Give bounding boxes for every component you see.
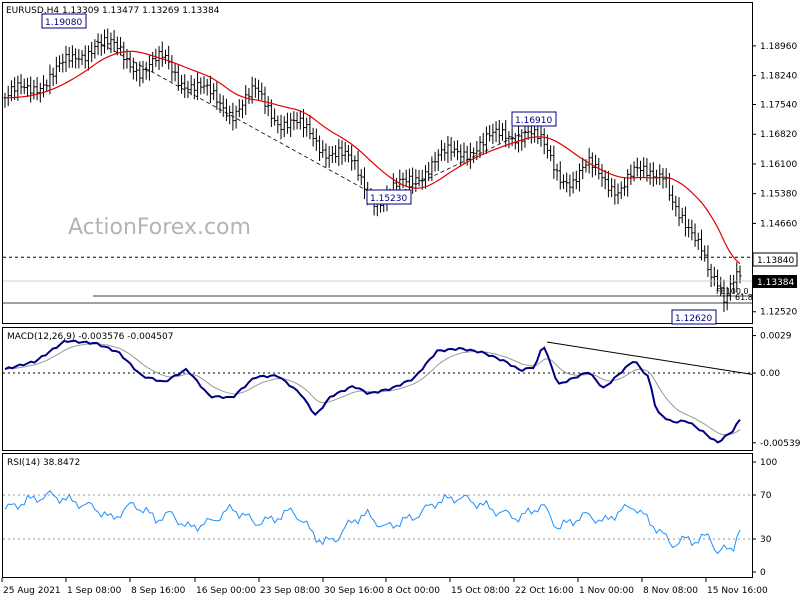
dashed-trendlines xyxy=(95,40,529,201)
price-y-tick-label: 1.18240 xyxy=(760,72,797,82)
x-tick-label: 8 Nov 08:00 xyxy=(643,586,698,596)
x-tick-label: 15 Oct 08:00 xyxy=(451,586,510,596)
rsi-title: RSI(14) 38.8472 xyxy=(7,458,80,468)
svg-text:1.16910: 1.16910 xyxy=(515,116,552,126)
macd-line xyxy=(4,339,741,444)
svg-text:1.15230: 1.15230 xyxy=(370,194,407,204)
svg-text:1.12620: 1.12620 xyxy=(675,314,712,324)
price-tag: 1.13384 xyxy=(753,275,797,288)
macd-panel-frame xyxy=(2,327,753,451)
swing-label-high-1: 1.19080 xyxy=(41,13,87,29)
rsi-y-tick-label: 100 xyxy=(760,458,777,468)
rsi-panel-frame xyxy=(2,453,753,578)
x-tick-label: 8 Oct 00:00 xyxy=(387,586,440,596)
x-tick-label: 25 Aug 2021 xyxy=(3,586,61,596)
rsi-y-tick-label: 30 xyxy=(760,535,772,545)
svg-text:1.19080: 1.19080 xyxy=(45,18,82,28)
rsi-y-axis: 100 70 30 0 xyxy=(752,458,777,578)
symbol-line: EURUSD,H4 1.13309 1.13477 1.13269 1.1338… xyxy=(6,6,220,16)
swing-label-high-2: 1.16910 xyxy=(511,111,557,127)
swing-dashed-line xyxy=(383,130,529,201)
x-tick-label: 15 Nov 16:00 xyxy=(707,586,768,596)
svg-text:1.13840: 1.13840 xyxy=(757,256,794,266)
price-y-tick-label: 1.18960 xyxy=(760,42,797,52)
macd-signal-line xyxy=(4,343,741,436)
chart-root: ActionForex.com FE100.0 61.8 1.19080 1.1… xyxy=(1,2,800,596)
price-y-tick-label: 1.14660 xyxy=(760,219,797,229)
x-axis: 25 Aug 2021 1 Sep 08:00 8 Sep 16:00 16 Sep … xyxy=(1,578,768,596)
price-y-tick-label: 1.17540 xyxy=(760,100,797,110)
level-tag: 1.13840 xyxy=(752,252,798,267)
macd-y-tick-label: -0.005396 xyxy=(760,439,800,449)
watermark: ActionForex.com xyxy=(68,215,251,240)
price-y-tick-label: 1.12520 xyxy=(760,308,797,318)
swing-label-low-1: 1.15230 xyxy=(366,189,412,205)
swing-label-low-2: 1.12620 xyxy=(671,309,717,325)
macd-trendline xyxy=(546,341,753,375)
swing-dashed-line xyxy=(95,40,385,201)
price-panel-frame xyxy=(2,2,753,324)
price-y-tick-label: 1.16100 xyxy=(760,160,797,170)
macd-title: MACD(12,26,9) -0.003576 -0.004507 xyxy=(7,332,173,342)
x-tick-label: 30 Sep 16:00 xyxy=(324,586,384,596)
x-tick-label: 22 Oct 16:00 xyxy=(515,586,574,596)
x-tick-label: 16 Sep 00:00 xyxy=(196,586,256,596)
price-candles xyxy=(3,28,742,313)
macd-y-tick-label: 0.00 xyxy=(760,369,780,379)
price-y-tick-label: 1.16820 xyxy=(760,130,797,140)
macd-y-tick-label: 0.0029 xyxy=(760,332,792,342)
rsi-y-tick-label: 70 xyxy=(760,491,772,501)
fib-label-618: 61.8 xyxy=(735,293,753,302)
rsi-line xyxy=(4,490,741,555)
x-tick-label: 1 Sep 08:00 xyxy=(67,586,122,596)
x-tick-label: 23 Sep 08:00 xyxy=(260,586,320,596)
rsi-y-tick-label: 0 xyxy=(760,568,766,578)
x-tick-label: 8 Sep 16:00 xyxy=(131,586,186,596)
x-tick-label: 1 Nov 00:00 xyxy=(579,586,634,596)
macd-y-axis: 0.0029 0.00 -0.005396 xyxy=(752,332,800,449)
svg-text:1.13384: 1.13384 xyxy=(757,278,794,288)
price-y-tick-label: 1.15380 xyxy=(760,190,797,200)
